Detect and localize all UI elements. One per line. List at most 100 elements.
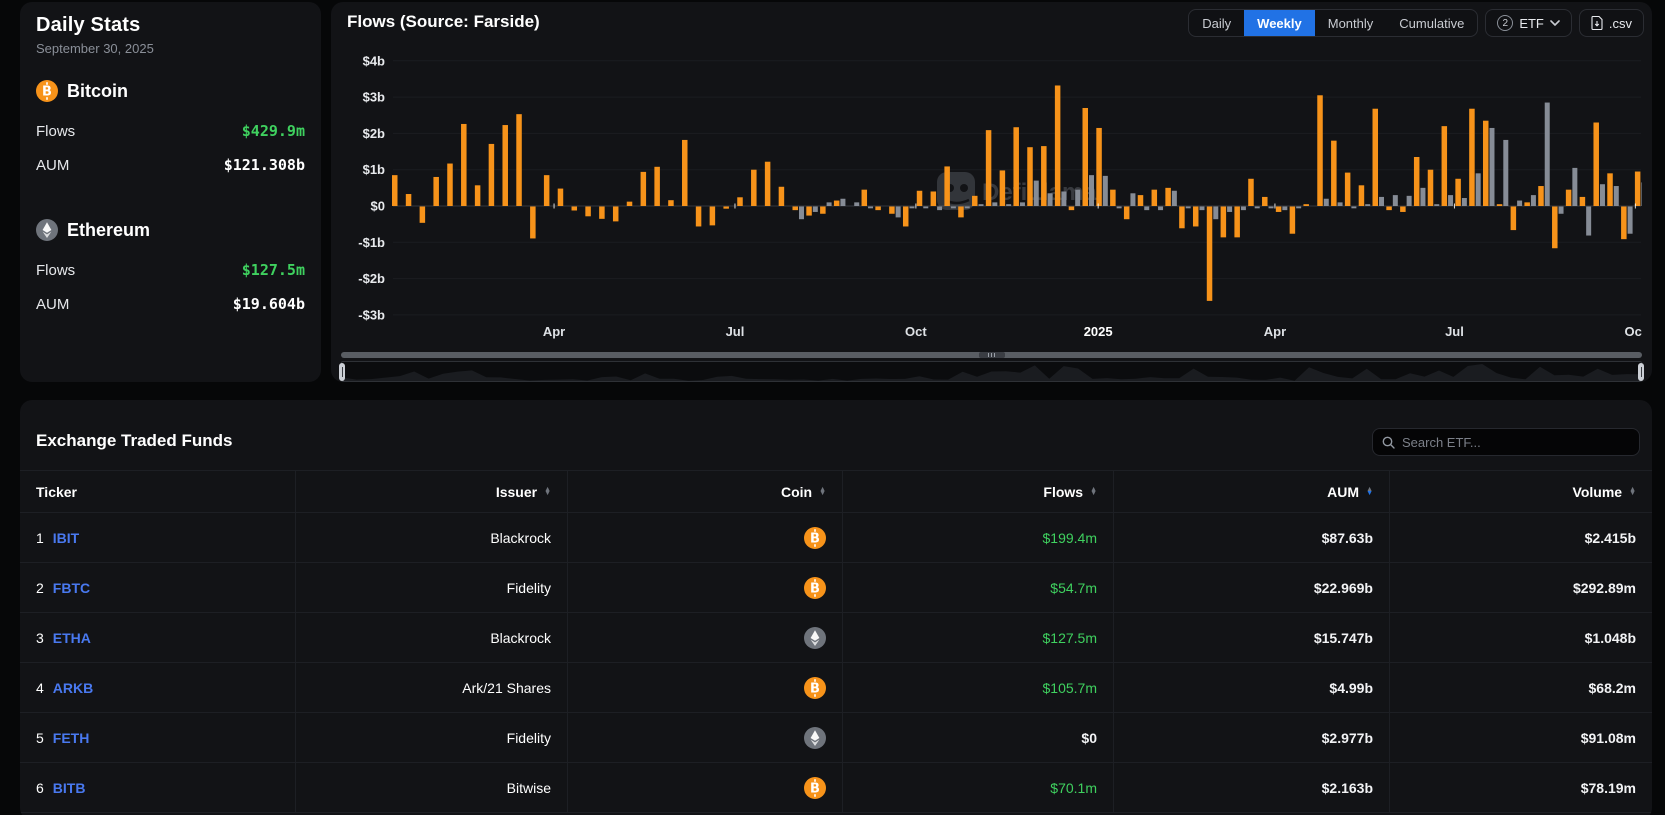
- etf-search-box[interactable]: [1372, 428, 1640, 456]
- ticker-link[interactable]: IBIT: [53, 530, 79, 546]
- tab-cumulative[interactable]: Cumulative: [1386, 10, 1477, 36]
- etf-table-title: Exchange Traded Funds: [36, 431, 233, 451]
- x-axis-tick: Apr: [543, 324, 565, 339]
- column-header-issuer[interactable]: Issuer ▲▼: [295, 471, 567, 512]
- x-axis-tick: 2025: [1084, 324, 1113, 339]
- table-row-feth[interactable]: 5FETHFidelity$0$2.977b$91.08m: [20, 713, 1652, 763]
- sort-arrows-icon: ▲▼: [1366, 488, 1373, 496]
- y-axis-tick: -$1b: [358, 235, 385, 250]
- column-label: Coin: [781, 484, 812, 500]
- ticker-link[interactable]: ARKB: [53, 680, 93, 696]
- bitcoin-icon: B: [804, 777, 826, 799]
- stat-value: $19.604b: [233, 295, 305, 313]
- sort-arrows-icon: ▲▼: [1090, 488, 1097, 496]
- etf-table-panel: Exchange Traded Funds TickerIssuer▲▼Coin…: [20, 400, 1652, 815]
- tab-monthly[interactable]: Monthly: [1315, 10, 1387, 36]
- bitcoin-icon: B: [804, 527, 826, 549]
- coin-section-header: BBitcoin: [36, 80, 305, 102]
- search-input[interactable]: [1402, 435, 1630, 450]
- sort-arrows-icon: ▲▼: [1629, 488, 1636, 496]
- aum-value: $2.163b: [1322, 780, 1373, 796]
- issuer-name: Fidelity: [507, 730, 551, 746]
- y-axis-tick: $2b: [363, 126, 385, 141]
- flows-value: $127.5m: [1043, 630, 1097, 646]
- stat-value: $127.5m: [242, 261, 305, 279]
- brush-handle-left[interactable]: [339, 363, 345, 381]
- tab-weekly[interactable]: Weekly: [1244, 10, 1315, 36]
- ethereum-aum-row: AUM $19.604b: [36, 295, 305, 313]
- column-label: Issuer: [496, 484, 537, 500]
- sort-arrows-icon: ▲▼: [544, 488, 551, 496]
- interval-tab-group: DailyWeeklyMonthlyCumulative: [1188, 9, 1478, 37]
- download-csv-button[interactable]: .csv: [1579, 9, 1644, 37]
- column-header-flows[interactable]: Flows ▲▼: [842, 471, 1113, 512]
- ethereum-icon: [804, 727, 826, 749]
- table-row-ibit[interactable]: 1IBITBlackrockB$199.4m$87.63b$2.415b: [20, 513, 1652, 563]
- etf-table-header: TickerIssuer▲▼Coin▲▼Flows▲▼AUM▲▼Volume▲▼: [20, 470, 1652, 513]
- daily-stats-title: Daily Stats: [36, 14, 140, 37]
- ticker-link[interactable]: FETH: [53, 730, 90, 746]
- table-row-etha[interactable]: 3ETHABlackrock$127.5m$15.747b$1.048b: [20, 613, 1652, 663]
- volume-value: $78.19m: [1581, 780, 1636, 796]
- tab-daily[interactable]: Daily: [1189, 10, 1244, 36]
- table-row-fbtc[interactable]: 2FBTCFidelityB$54.7m$22.969b$292.89m: [20, 563, 1652, 613]
- etf-dropdown-label: ETF: [1519, 16, 1544, 31]
- search-icon: [1382, 436, 1395, 449]
- row-rank: 5: [36, 730, 44, 746]
- csv-file-icon: [1591, 16, 1603, 30]
- stat-label: Flows: [36, 262, 75, 279]
- y-axis-tick: -$2b: [358, 271, 385, 286]
- column-label: Volume: [1573, 484, 1623, 500]
- ticker-link[interactable]: FBTC: [53, 580, 90, 596]
- etf-count-badge: 2: [1497, 15, 1513, 31]
- chart-horizontal-scrollbar[interactable]: [341, 352, 1642, 358]
- x-axis-tick: Oct: [1625, 324, 1642, 339]
- y-axis-tick: -$3b: [358, 307, 385, 322]
- volume-value: $68.2m: [1589, 680, 1636, 696]
- stat-value: $121.308b: [224, 156, 305, 174]
- column-label: Ticker: [36, 484, 77, 500]
- column-header-coin[interactable]: Coin ▲▼: [567, 471, 842, 512]
- row-rank: 1: [36, 530, 44, 546]
- bitcoin-icon: B: [804, 577, 826, 599]
- flows-value: $70.1m: [1050, 780, 1097, 796]
- row-rank: 3: [36, 630, 44, 646]
- brush-handle-right[interactable]: [1638, 363, 1644, 381]
- issuer-name: Bitwise: [507, 780, 551, 796]
- x-axis-tick: Jul: [726, 324, 745, 339]
- row-rank: 4: [36, 680, 44, 696]
- x-axis-tick: Jul: [1445, 324, 1464, 339]
- chart-title: Flows (Source: Farside): [347, 12, 540, 32]
- column-label: Flows: [1043, 484, 1083, 500]
- flows-value: $199.4m: [1043, 530, 1097, 546]
- issuer-name: Blackrock: [490, 630, 551, 646]
- column-header-ticker: Ticker: [20, 471, 295, 512]
- ethereum-icon: [36, 219, 58, 241]
- bitcoin-icon: B: [804, 677, 826, 699]
- aum-value: $4.99b: [1329, 680, 1373, 696]
- ticker-link[interactable]: BITB: [53, 780, 86, 796]
- issuer-name: Ark/21 Shares: [462, 680, 551, 696]
- scrollbar-grip[interactable]: [979, 352, 1005, 358]
- daily-stats-panel: Daily Stats September 30, 2025 BBitcoinF…: [20, 2, 321, 382]
- issuer-name: Fidelity: [507, 580, 551, 596]
- column-header-volume[interactable]: Volume ▲▼: [1389, 471, 1652, 512]
- table-row-arkb[interactable]: 4 ARKB Ark/21 Shares B $105.7m $4.99b $68.2m: [20, 663, 1652, 713]
- etf-filter-dropdown[interactable]: 2 ETF: [1485, 9, 1572, 37]
- chart-range-brush[interactable]: [341, 361, 1642, 382]
- stat-label: AUM: [36, 157, 69, 174]
- ethereum-flows-row: Flows $127.5m: [36, 261, 305, 279]
- ticker-link[interactable]: ETHA: [53, 630, 91, 646]
- coin-name: Bitcoin: [67, 81, 128, 102]
- aum-value: $22.969b: [1314, 580, 1373, 596]
- y-axis-tick: $3b: [363, 90, 385, 105]
- stat-label: AUM: [36, 296, 69, 313]
- stat-value: $429.9m: [242, 122, 305, 140]
- volume-value: $2.415b: [1585, 530, 1636, 546]
- table-row-bitb[interactable]: 6BITBBitwiseB$70.1m$2.163b$78.19m: [20, 763, 1652, 813]
- stats-section-bitcoin: BBitcoinFlows$429.9mAUM$121.308b: [36, 80, 305, 102]
- column-header-aum[interactable]: AUM▲▼: [1113, 471, 1389, 512]
- sort-arrows-icon: ▲▼: [819, 488, 826, 496]
- flows-value: $105.7m: [1043, 680, 1097, 696]
- y-axis-tick: $1b: [363, 162, 385, 177]
